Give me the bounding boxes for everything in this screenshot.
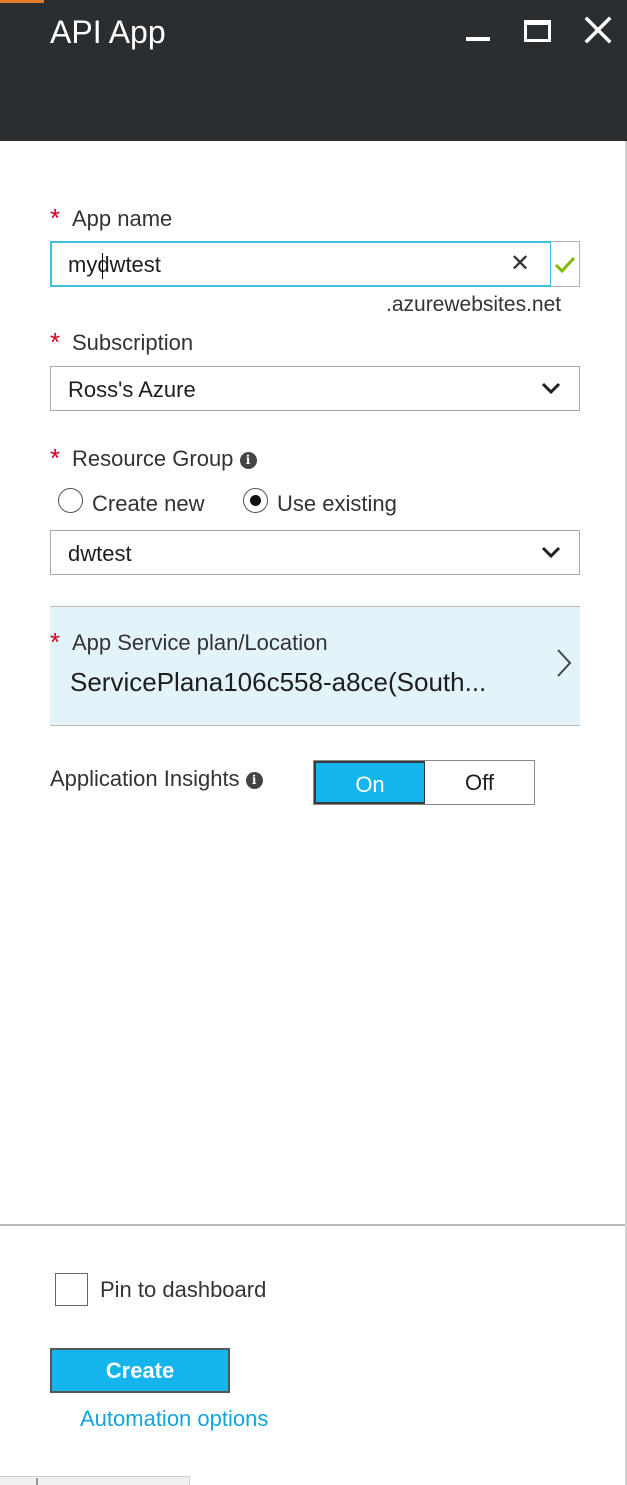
app-service-plan-value: ServicePlana106c558-a8ce(South... <box>70 667 487 697</box>
pin-to-dashboard-label[interactable]: Pin to dashboard <box>100 1277 266 1303</box>
radio-create-new[interactable] <box>58 488 83 513</box>
app-name-label: App name <box>72 206 173 231</box>
info-icon[interactable]: i <box>245 772 263 789</box>
radio-create-new-label[interactable]: Create new <box>92 491 205 517</box>
validation-status <box>551 241 580 287</box>
info-icon[interactable]: i <box>239 452 257 469</box>
app-insights-toggle[interactable]: On Off <box>313 760 535 805</box>
text-caret <box>102 253 103 279</box>
app-insights-label: Application Insights i <box>50 766 263 792</box>
maximize-icon[interactable] <box>524 20 551 42</box>
checkmark-icon <box>554 256 576 274</box>
radio-use-existing-label[interactable]: Use existing <box>277 491 397 517</box>
required-marker: * <box>50 203 61 233</box>
pin-to-dashboard-checkbox[interactable] <box>55 1273 88 1306</box>
app-name-value: mydwtest <box>68 252 161 277</box>
horizontal-scrollbar[interactable] <box>0 1476 190 1485</box>
scrollbar-grip[interactable] <box>36 1478 38 1485</box>
resource-group-label: Resource Group i <box>72 446 257 472</box>
create-button[interactable]: Create <box>50 1348 230 1393</box>
resource-group-value: dwtest <box>68 541 132 566</box>
blade-header: API App <box>0 0 627 141</box>
app-service-plan-label: App Service plan/Location <box>72 630 328 655</box>
required-marker: * <box>50 627 61 657</box>
chevron-right-icon <box>557 649 572 677</box>
toggle-off-option[interactable]: Off <box>425 761 534 804</box>
subscription-dropdown[interactable]: Ross's Azure <box>50 366 580 411</box>
radio-use-existing[interactable] <box>243 488 268 513</box>
app-name-input[interactable]: mydwtest <box>50 241 552 287</box>
app-service-plan-selector[interactable]: * App Service plan/Location ServicePlana… <box>50 606 580 726</box>
automation-options-link[interactable]: Automation options <box>80 1406 268 1432</box>
clear-input-icon[interactable]: ✕ <box>510 249 532 277</box>
chevron-down-icon <box>541 382 561 395</box>
subscription-label: Subscription <box>72 330 194 355</box>
header-accent-strip <box>0 0 44 3</box>
minimize-icon[interactable] <box>466 37 490 41</box>
toggle-on-option[interactable]: On <box>314 761 425 804</box>
close-icon[interactable] <box>583 15 613 45</box>
required-marker: * <box>50 443 61 473</box>
domain-suffix: .azurewebsites.net <box>386 293 562 316</box>
subscription-value: Ross's Azure <box>68 377 196 402</box>
blade-title: API App <box>50 14 166 50</box>
chevron-down-icon <box>541 546 561 559</box>
footer-divider <box>0 1224 625 1226</box>
resource-group-dropdown[interactable]: dwtest <box>50 530 580 575</box>
required-marker: * <box>50 327 61 357</box>
